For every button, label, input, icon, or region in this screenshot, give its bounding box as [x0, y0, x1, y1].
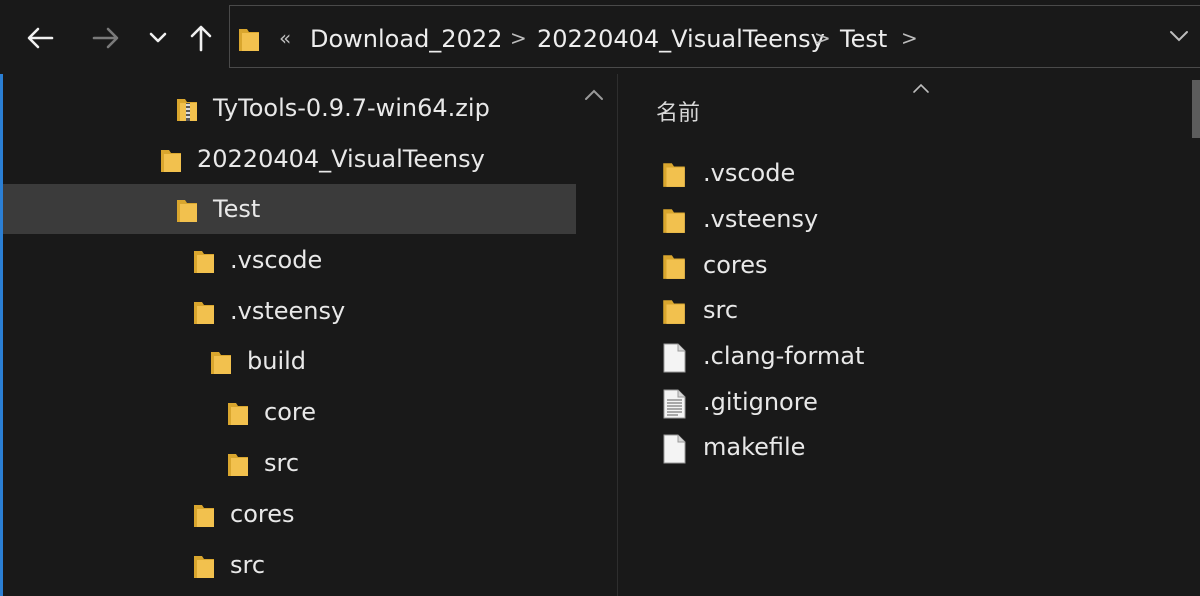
- tree-item-label: core: [264, 398, 316, 426]
- file-name: src: [703, 296, 739, 324]
- breadcrumb-visualteensy[interactable]: 20220404_VisualTeensy: [537, 25, 825, 53]
- recent-locations-button[interactable]: [138, 18, 178, 58]
- file-name: .vsteensy: [703, 205, 819, 233]
- forward-button[interactable]: [86, 18, 126, 58]
- file-list-pane: [618, 74, 1200, 596]
- breadcrumb-separator[interactable]: >: [814, 26, 831, 50]
- file-name: .vscode: [703, 159, 796, 187]
- tree-item-label: TyTools-0.9.7-win64.zip: [213, 94, 490, 122]
- folder-icon: [194, 302, 214, 324]
- back-button[interactable]: [20, 18, 60, 58]
- file-icon: [663, 434, 686, 464]
- sort-ascending-icon: [913, 83, 929, 93]
- breadcrumb-separator[interactable]: >: [901, 26, 918, 50]
- tree-item-visualteensy[interactable]: 20220404_VisualTeensy: [3, 134, 576, 184]
- tree-item-label: .vsteensy: [230, 297, 346, 325]
- tree-item-test[interactable]: Test: [3, 184, 576, 234]
- column-header-name[interactable]: 名前: [656, 95, 700, 127]
- file-name: cores: [703, 251, 768, 279]
- tree-item-build-src[interactable]: src: [3, 438, 576, 488]
- folder-icon: [663, 209, 685, 233]
- tree-item-vsteensy[interactable]: .vsteensy: [3, 286, 576, 336]
- file-icon: [663, 343, 686, 373]
- tree-item-label: src: [264, 449, 300, 477]
- tree-item-label: Test: [213, 195, 261, 223]
- zip-folder-icon: [177, 99, 197, 121]
- arrow-left-icon: [27, 27, 54, 49]
- tree-item-tytools-zip[interactable]: TyTools-0.9.7-win64.zip: [3, 83, 576, 133]
- tree-item-label: src: [230, 551, 266, 579]
- navigation-bar: « Download_2022 > 20220404_VisualTeensy …: [0, 0, 1200, 74]
- tree-item-vscode[interactable]: .vscode: [3, 235, 576, 285]
- scroll-up-arrow-icon[interactable]: [583, 88, 605, 102]
- address-bar[interactable]: « Download_2022 > 20220404_VisualTeensy …: [229, 5, 1200, 68]
- navigation-tree: TyTools-0.9.7-win64.zip 20220404_VisualT…: [3, 74, 578, 596]
- breadcrumb-overflow[interactable]: «: [279, 26, 291, 50]
- vertical-scrollbar-thumb[interactable]: [1192, 80, 1200, 138]
- tree-item-build[interactable]: build: [3, 336, 576, 386]
- folder-icon: [663, 255, 685, 279]
- folder-icon: [239, 29, 259, 51]
- folder-icon: [228, 454, 248, 476]
- tree-item-core[interactable]: core: [3, 387, 576, 437]
- folder-icon: [211, 352, 231, 374]
- folder-icon: [663, 163, 685, 187]
- breadcrumb-test[interactable]: Test: [840, 25, 887, 53]
- folder-icon: [194, 556, 214, 578]
- folder-icon: [663, 300, 685, 324]
- folder-icon: [161, 150, 181, 172]
- text-file-icon: [663, 389, 686, 419]
- tree-item-label: 20220404_VisualTeensy: [197, 145, 485, 173]
- arrow-up-icon: [190, 25, 212, 52]
- tree-item-label: cores: [230, 500, 295, 528]
- breadcrumb-download-2022[interactable]: Download_2022: [310, 25, 502, 53]
- folder-icon: [194, 251, 214, 273]
- folder-icon: [228, 403, 248, 425]
- file-name: makefile: [703, 433, 806, 461]
- file-name: .gitignore: [703, 388, 818, 416]
- up-button[interactable]: [181, 18, 221, 58]
- tree-item-src[interactable]: src: [3, 540, 576, 590]
- tree-item-label: .vscode: [230, 246, 323, 274]
- folder-icon: [177, 200, 197, 222]
- chevron-down-icon[interactable]: [1169, 30, 1189, 43]
- folder-icon: [194, 505, 214, 527]
- tree-item-cores[interactable]: cores: [3, 489, 576, 539]
- file-name: .clang-format: [703, 342, 865, 370]
- chevron-down-icon: [149, 32, 167, 43]
- tree-item-label: build: [247, 347, 307, 375]
- arrow-right-icon: [92, 27, 119, 49]
- breadcrumb-separator[interactable]: >: [510, 26, 527, 50]
